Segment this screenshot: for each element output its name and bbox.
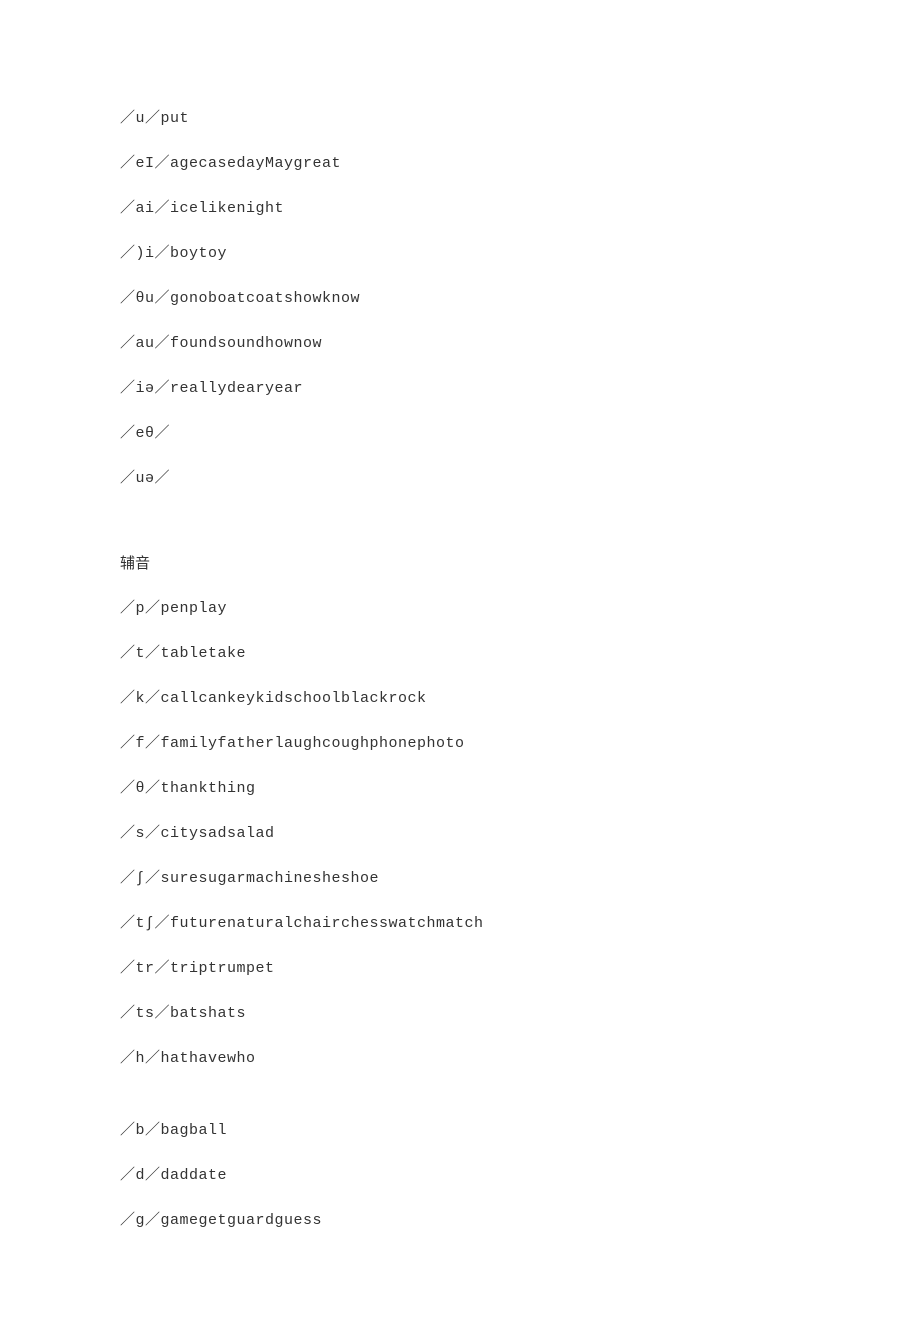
phonetic-line: ／t∫／futurenaturalchairchesswatchmatch xyxy=(120,915,800,933)
phonetic-line: ／f／familyfatherlaughcoughphonephoto xyxy=(120,735,800,753)
consonants-heading: 辅音 xyxy=(120,555,800,573)
phonetic-line: ／ai／icelikenight xyxy=(120,200,800,218)
phonetic-line: ／d／daddate xyxy=(120,1167,800,1185)
phonetic-line: ／θu／gonoboatcoatshowknow xyxy=(120,290,800,308)
phonetic-line: ／)i／boytoy xyxy=(120,245,800,263)
phonetic-line: ／uə／ xyxy=(120,470,800,488)
phonetic-line: ／au／foundsoundhownow xyxy=(120,335,800,353)
phonetic-line: ／u／put xyxy=(120,110,800,128)
phonetic-line: ／g／gamegetguardguess xyxy=(120,1212,800,1230)
phonetic-line: ／s／citysadsalad xyxy=(120,825,800,843)
phonetic-line: ／h／hathavewho xyxy=(120,1050,800,1068)
group-divider xyxy=(120,1095,800,1122)
phonetic-line: ／p／penplay xyxy=(120,600,800,618)
phonetic-line: ／iə／reallydearyear xyxy=(120,380,800,398)
phonetic-line: ／eθ／ xyxy=(120,425,800,443)
phonetic-line: ／b／bagball xyxy=(120,1122,800,1140)
phonetic-line: ／ts／batshats xyxy=(120,1005,800,1023)
phonetic-line: ／t／tabletake xyxy=(120,645,800,663)
phonetic-line: ／eI／agecasedayMaygreat xyxy=(120,155,800,173)
section-divider xyxy=(120,515,800,555)
phonetic-line: ／tr／triptrumpet xyxy=(120,960,800,978)
phonetic-line: ／∫／suresugarmachinesheshoe xyxy=(120,870,800,888)
phonetic-line: ／k／callcankeykidschoolblackrock xyxy=(120,690,800,708)
phonetic-line: ／θ／thankthing xyxy=(120,780,800,798)
